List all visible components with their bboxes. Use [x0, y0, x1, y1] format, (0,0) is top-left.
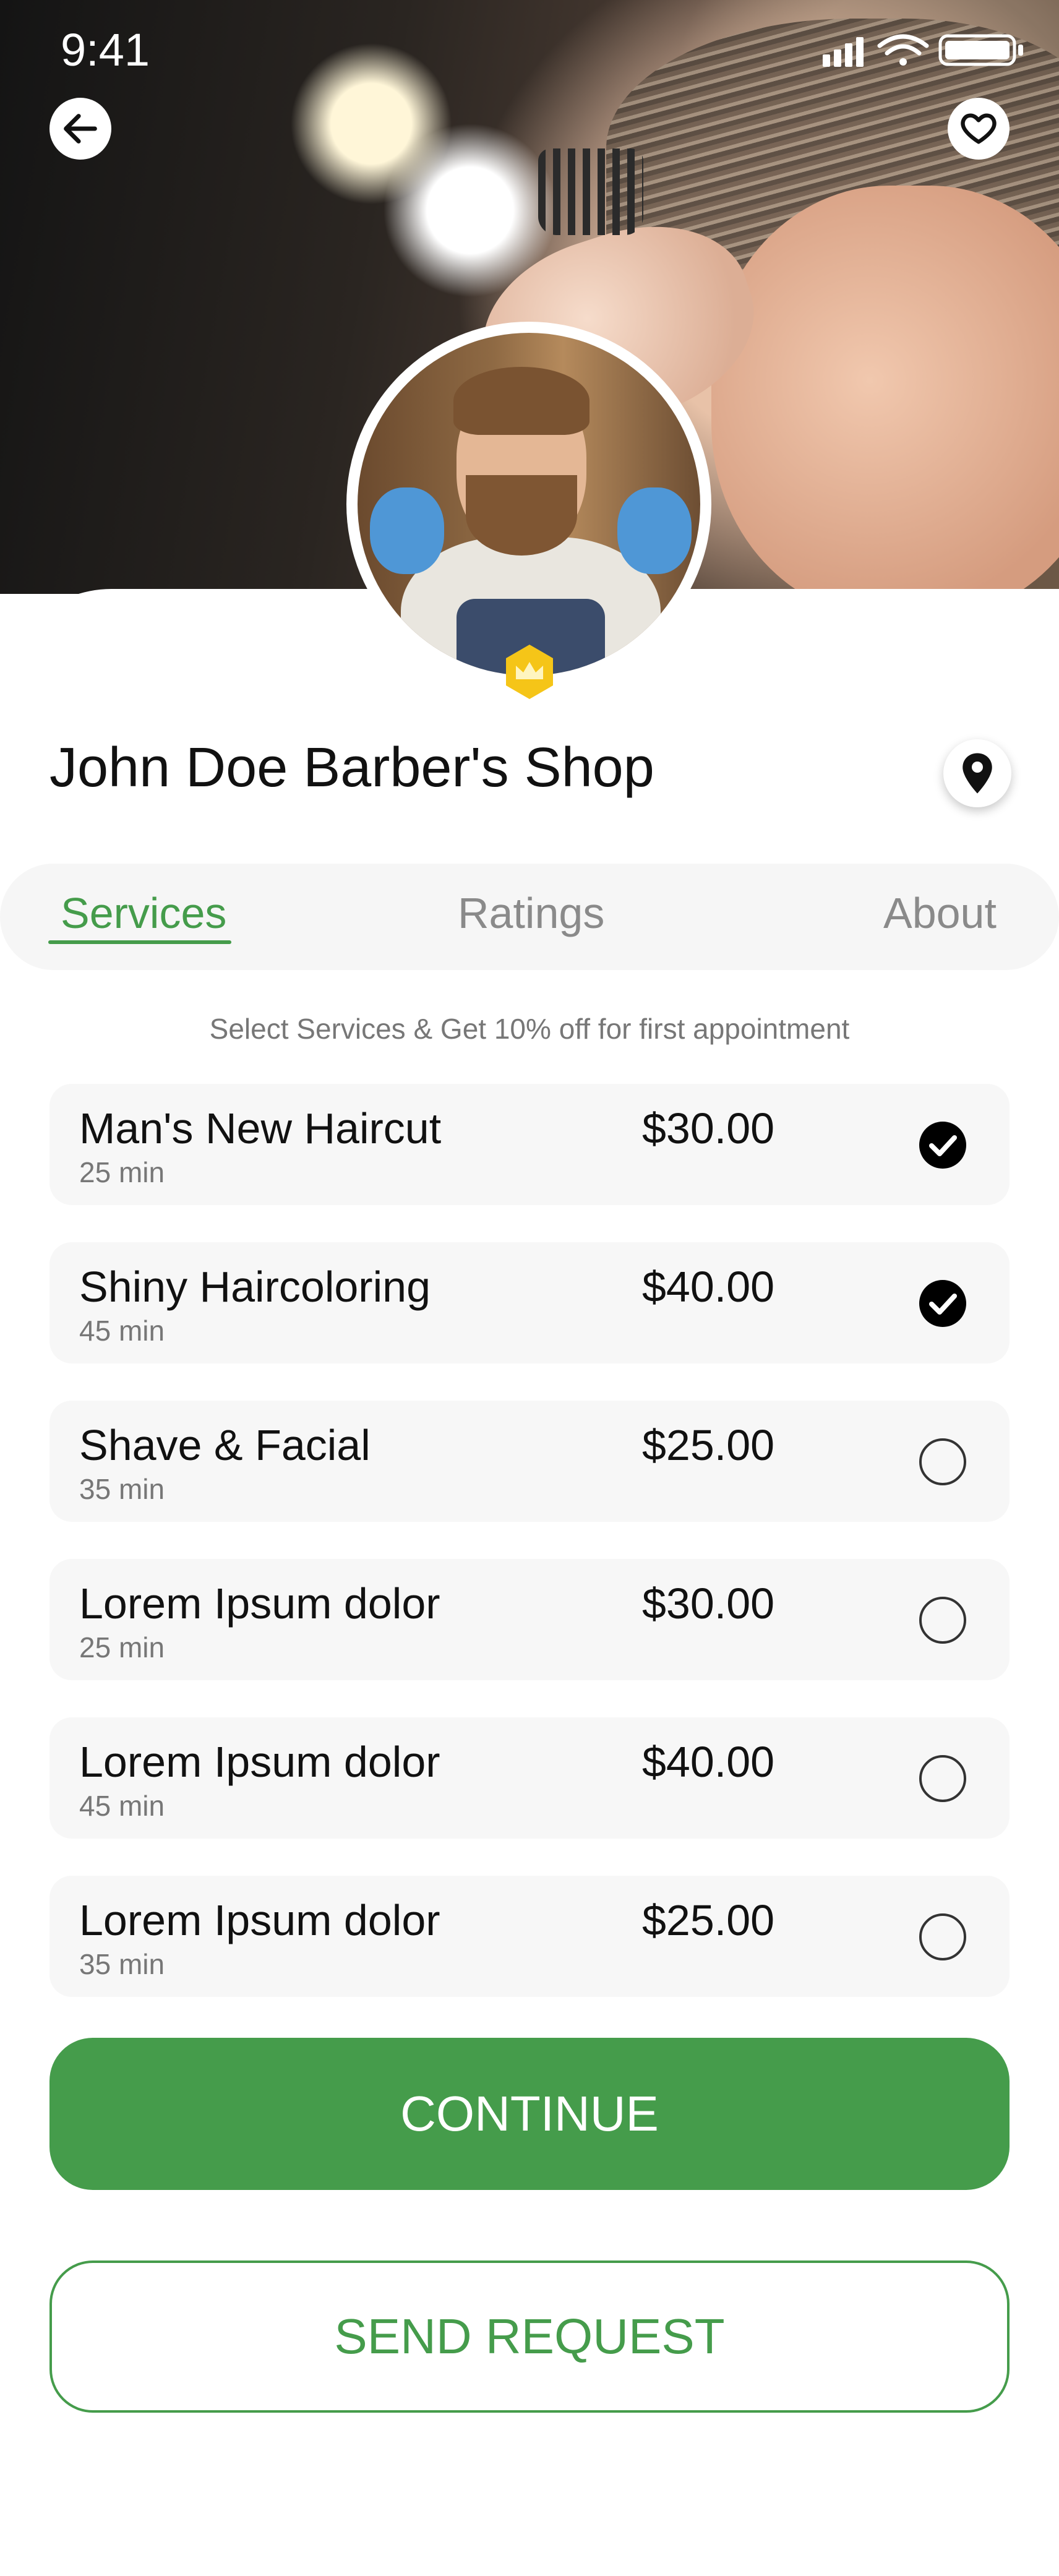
service-price: $40.00	[642, 1738, 775, 1786]
service-item[interactable]: Shiny Haircoloring 45 min $40.00	[49, 1242, 1010, 1363]
service-duration: 45 min	[79, 1315, 165, 1347]
unchecked-circle-icon[interactable]	[918, 1595, 967, 1645]
service-name: Shiny Haircoloring	[79, 1263, 431, 1311]
send-request-button[interactable]: SEND REQUEST	[49, 2260, 1010, 2413]
map-pin-icon	[963, 753, 992, 794]
service-item[interactable]: Lorem Ipsum dolor 35 min $25.00	[49, 1876, 1010, 1997]
avatar	[358, 333, 700, 676]
service-duration: 45 min	[79, 1790, 165, 1822]
service-name: Lorem Ipsum dolor	[79, 1738, 440, 1786]
service-price: $25.00	[642, 1896, 775, 1944]
unchecked-circle-icon[interactable]	[918, 1912, 967, 1962]
heart-icon	[961, 113, 997, 144]
service-item[interactable]: Shave & Facial 35 min $25.00	[49, 1401, 1010, 1522]
crown-icon	[506, 645, 553, 699]
service-name: Lorem Ipsum dolor	[79, 1579, 440, 1628]
service-price: $25.00	[642, 1421, 775, 1469]
service-item[interactable]: Man's New Haircut 25 min $30.00	[49, 1084, 1010, 1205]
shop-name: John Doe Barber's Shop	[49, 737, 654, 799]
wifi-icon	[877, 34, 929, 66]
status-icons	[823, 34, 1023, 67]
service-item[interactable]: Lorem Ipsum dolor 45 min $40.00	[49, 1717, 1010, 1839]
unchecked-circle-icon[interactable]	[918, 1754, 967, 1803]
location-button[interactable]	[943, 739, 1011, 807]
tab-bar: Services Ratings About	[0, 864, 1059, 970]
service-duration: 25 min	[79, 1631, 165, 1664]
service-name: Man's New Haircut	[79, 1104, 442, 1153]
tab-ratings[interactable]: Ratings	[458, 888, 604, 938]
service-duration: 35 min	[79, 1473, 165, 1505]
checked-circle-icon[interactable]	[918, 1120, 967, 1170]
service-item[interactable]: Lorem Ipsum dolor 25 min $30.00	[49, 1559, 1010, 1680]
service-price: $30.00	[642, 1579, 775, 1628]
unchecked-circle-icon[interactable]	[918, 1437, 967, 1487]
status-time: 9:41	[61, 24, 150, 75]
service-price: $30.00	[642, 1104, 775, 1153]
arrow-left-icon	[64, 114, 97, 144]
service-name: Lorem Ipsum dolor	[79, 1896, 440, 1944]
tab-services[interactable]: Services	[61, 888, 226, 938]
service-duration: 35 min	[79, 1948, 165, 1980]
checked-circle-icon[interactable]	[918, 1279, 967, 1328]
favorite-button[interactable]	[948, 98, 1010, 160]
service-duration: 25 min	[79, 1156, 165, 1188]
service-name: Shave & Facial	[79, 1421, 371, 1469]
continue-button[interactable]: CONTINUE	[49, 2038, 1010, 2190]
tab-about[interactable]: About	[883, 888, 997, 938]
battery-icon	[938, 34, 1023, 66]
promo-text: Select Services & Get 10% off for first …	[209, 1013, 850, 1045]
active-tab-indicator	[48, 940, 231, 944]
back-button[interactable]	[49, 98, 111, 160]
service-price: $40.00	[642, 1263, 775, 1311]
signal-icon	[823, 37, 864, 67]
